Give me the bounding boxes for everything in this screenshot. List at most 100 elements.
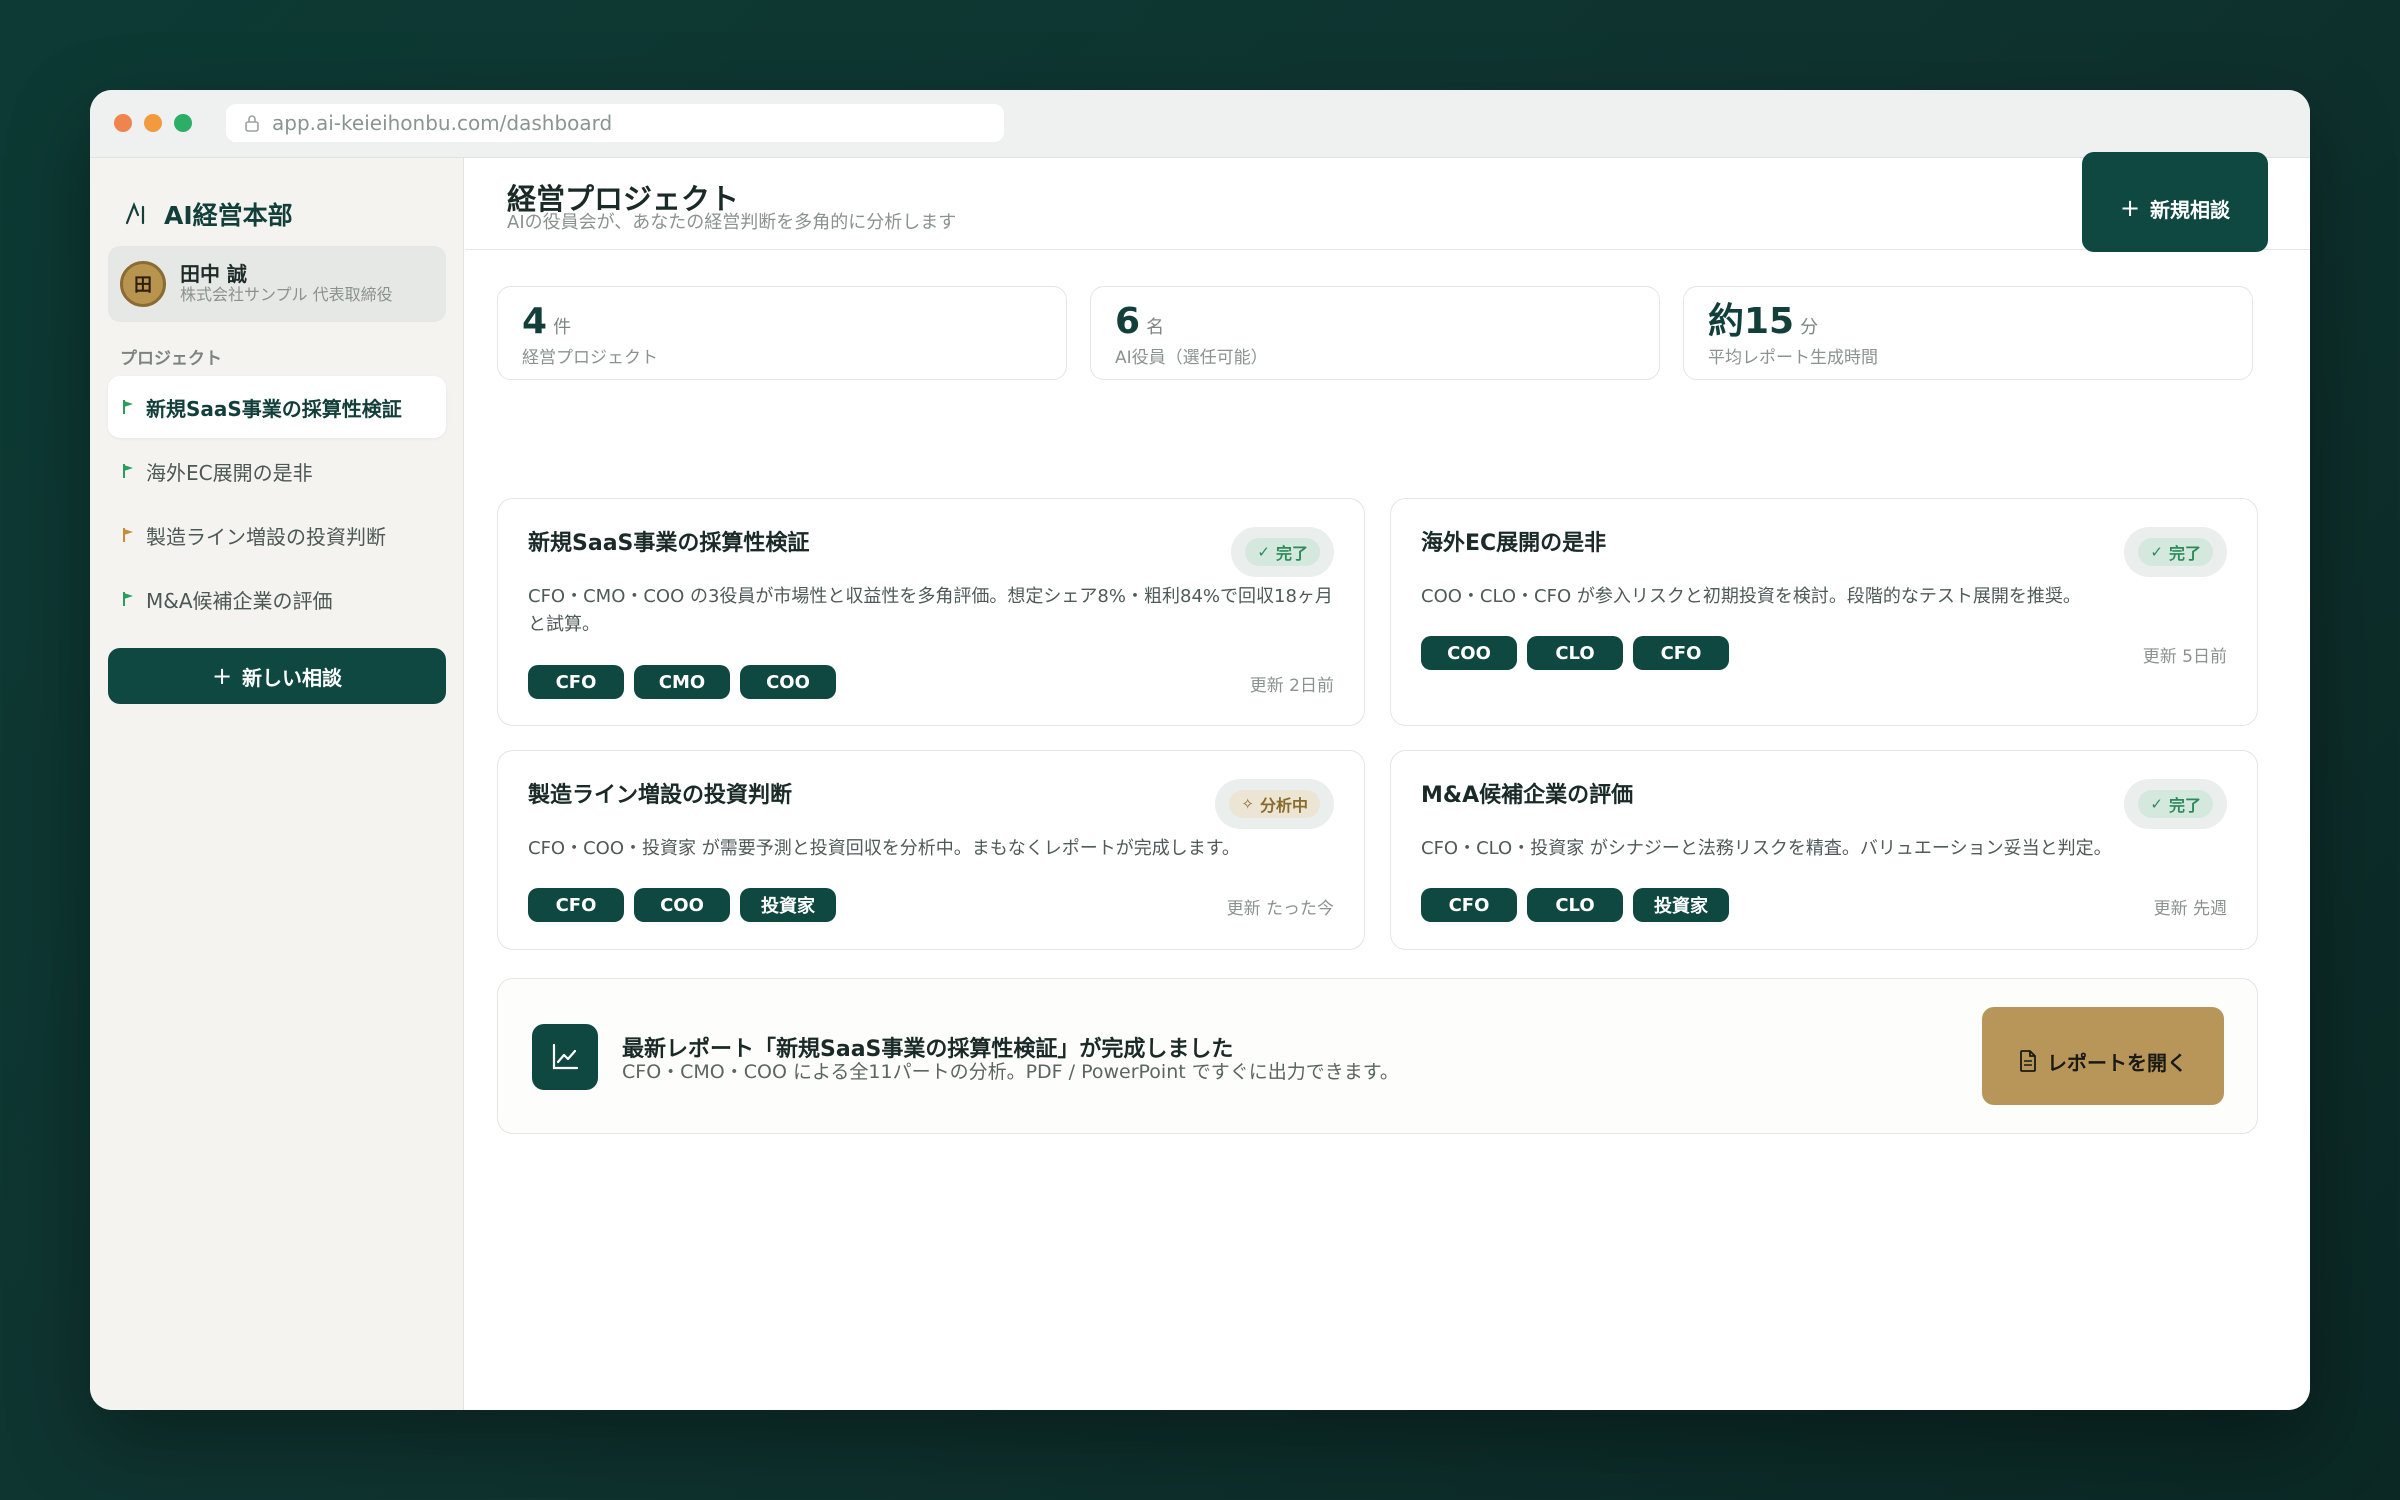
officer-tag: CMO <box>634 665 730 699</box>
check-icon: ✓ <box>1257 543 1270 561</box>
stat-unit: 分 <box>1800 317 1819 338</box>
sparkle-icon: ✧ <box>1241 795 1254 813</box>
sidebar: AI経営本部 田 田中 誠 株式会社サンプル 代表取締役 プロジェクト 新規Sa… <box>90 158 464 1410</box>
status-badge: ✓ 完了 <box>1231 527 1334 577</box>
check-icon: ✓ <box>2150 795 2163 813</box>
officer-tags: CFO CMO COO <box>528 665 846 699</box>
officer-tag: CLO <box>1527 888 1623 922</box>
user-org: 株式会社サンプル 代表取締役 <box>180 285 393 304</box>
status-label: 分析中 <box>1259 796 1308 815</box>
project-description: CFO・CLO・投資家 がシナジーと法務リスクを精査。バリュエーション妥当と判定… <box>1421 838 2112 859</box>
flag-icon <box>123 400 133 414</box>
brand-name: AI経営本部 <box>164 201 293 230</box>
stat-unit: 名 <box>1146 317 1165 338</box>
project-title: 海外EC展開の是非 <box>1421 531 1607 556</box>
new-consultation-label: 新しい相談 <box>242 665 343 690</box>
brand-logo-icon <box>125 202 145 225</box>
stat-card-projects: 4 件 経営プロジェクト <box>497 286 1067 380</box>
lock-icon <box>245 115 259 132</box>
minimize-window-button[interactable] <box>144 114 162 132</box>
sidebar-item-manufacturing[interactable]: 製造ライン増設の投資判断 <box>108 504 446 566</box>
status-badge: ✓ 完了 <box>2124 779 2227 829</box>
new-project-label: 新規相談 <box>2150 197 2231 222</box>
project-card-manufacturing[interactable]: 製造ライン増設の投資判断 ✧ 分析中 CFO・COO・投資家 が需要予測と投資回収… <box>497 750 1365 950</box>
brand[interactable]: AI経営本部 <box>124 196 293 232</box>
officer-tag: CLO <box>1527 636 1623 670</box>
status-label: 完了 <box>1275 544 1308 563</box>
sidebar-item-label: 製造ライン増設の投資判断 <box>146 524 386 549</box>
officer-tag: COO <box>634 888 730 922</box>
stat-label: 経営プロジェクト <box>522 348 658 368</box>
open-report-label: レポートを開く <box>2047 1050 2187 1075</box>
status-badge: ✓ 完了 <box>2124 527 2227 577</box>
banner-text: CFO・CMO・COO による全11パートの分析。PDF / PowerPoin… <box>622 1061 1399 1083</box>
address-bar[interactable]: app.ai-keieihonbu.com/dashboard <box>226 104 1004 142</box>
user-card[interactable]: 田 田中 誠 株式会社サンプル 代表取締役 <box>108 246 446 322</box>
stat-value: 6 <box>1115 301 1141 342</box>
officer-tag: COO <box>1421 636 1517 670</box>
stat-card-report-time: 約15 分 平均レポート生成時間 <box>1683 286 2253 380</box>
updated-time: 更新 たった今 <box>1226 899 1334 919</box>
plus-icon: + <box>2119 194 2141 222</box>
flag-icon <box>123 464 133 478</box>
document-icon <box>2020 1050 2036 1072</box>
user-name: 田中 誠 <box>180 262 247 286</box>
status-badge: ✧ 分析中 <box>1215 779 1334 829</box>
open-report-button[interactable]: レポートを開く <box>1982 1007 2224 1105</box>
sidebar-item-label: 海外EC展開の是非 <box>146 460 313 485</box>
avatar: 田 <box>120 261 166 307</box>
officer-tag: CFO <box>1633 636 1729 670</box>
officer-tags: COO CLO CFO <box>1421 636 1739 670</box>
projects-section-label: プロジェクト <box>120 349 222 369</box>
project-card-ma[interactable]: M&A候補企業の評価 ✓ 完了 CFO・CLO・投資家 がシナジーと法務リスクを精… <box>1390 750 2258 950</box>
stat-value: 4 <box>522 301 548 342</box>
updated-time: 更新 2日前 <box>1249 676 1334 696</box>
flag-icon <box>123 592 133 606</box>
project-title: M&A候補企業の評価 <box>1421 783 1634 808</box>
chart-icon <box>532 1024 598 1090</box>
sidebar-item-label: M&A候補企業の評価 <box>146 588 333 613</box>
project-description: CFO・COO・投資家 が需要予測と投資回収を分析中。まもなくレポートが完成しま… <box>528 838 1240 859</box>
stat-card-officers: 6 名 AI役員（選任可能） <box>1090 286 1660 380</box>
page-subtitle: AIの役員会が、あなたの経営判断を多角的に分析します <box>507 212 957 233</box>
sidebar-item-ma[interactable]: M&A候補企業の評価 <box>108 568 446 630</box>
check-icon: ✓ <box>2150 543 2163 561</box>
close-window-button[interactable] <box>114 114 132 132</box>
stat-label: AI役員（選任可能） <box>1115 348 1268 368</box>
status-label: 完了 <box>2168 796 2201 815</box>
stat-value: 約15 <box>1708 301 1795 342</box>
flag-icon <box>123 528 133 542</box>
url-text: app.ai-keieihonbu.com/dashboard <box>272 111 613 135</box>
new-project-button[interactable]: + 新規相談 <box>2082 152 2268 252</box>
stat-unit: 件 <box>553 317 572 338</box>
maximize-window-button[interactable] <box>174 114 192 132</box>
status-label: 完了 <box>2168 544 2201 563</box>
sidebar-item-label: 新規SaaS事業の採算性検証 <box>146 396 402 421</box>
project-description: COO・CLO・CFO が参入リスクと初期投資を検討。段階的なテスト展開を推奨。 <box>1421 586 2081 607</box>
project-title: 新規SaaS事業の採算性検証 <box>528 531 810 556</box>
sidebar-item-overseas-ec[interactable]: 海外EC展開の是非 <box>108 440 446 502</box>
browser-window: app.ai-keieihonbu.com/dashboard AI経営本部 田… <box>90 90 2310 1410</box>
officer-tag: COO <box>740 665 836 699</box>
officer-tag: 投資家 <box>1633 888 1729 922</box>
new-consultation-button[interactable]: + 新しい相談 <box>108 648 446 704</box>
officer-tag: CFO <box>528 665 624 699</box>
latest-report-banner: 最新レポート「新規SaaS事業の採算性検証」が完成しました CFO・CMO・CO… <box>497 978 2258 1134</box>
project-card-overseas-ec[interactable]: 海外EC展開の是非 ✓ 完了 COO・CLO・CFO が参入リスクと初期投資を検討… <box>1390 498 2258 726</box>
updated-time: 更新 5日前 <box>2142 647 2227 667</box>
officer-tag: CFO <box>1421 888 1517 922</box>
project-title: 製造ライン増設の投資判断 <box>528 783 793 808</box>
browser-titlebar: app.ai-keieihonbu.com/dashboard <box>90 90 2310 158</box>
page-header: 経営プロジェクト AIの役員会が、あなたの経営判断を多角的に分析します + 新規… <box>465 152 2310 252</box>
updated-time: 更新 先週 <box>2153 899 2227 919</box>
plus-icon: + <box>211 662 233 690</box>
officer-tag: CFO <box>528 888 624 922</box>
officer-tags: CFO COO 投資家 <box>528 888 846 922</box>
stat-label: 平均レポート生成時間 <box>1708 348 1878 368</box>
officer-tags: CFO CLO 投資家 <box>1421 888 1739 922</box>
sidebar-item-saas[interactable]: 新規SaaS事業の採算性検証 <box>108 376 446 438</box>
main-content: 経営プロジェクト AIの役員会が、あなたの経営判断を多角的に分析します + 新規… <box>465 152 2310 1410</box>
officer-tag: 投資家 <box>740 888 836 922</box>
project-description: CFO・CMO・COO の3役員が市場性と収益性を多角評価。想定シェア8%・粗利… <box>528 586 1333 635</box>
project-card-saas[interactable]: 新規SaaS事業の採算性検証 ✓ 完了 CFO・CMO・COO の3役員が市場性と… <box>497 498 1365 726</box>
